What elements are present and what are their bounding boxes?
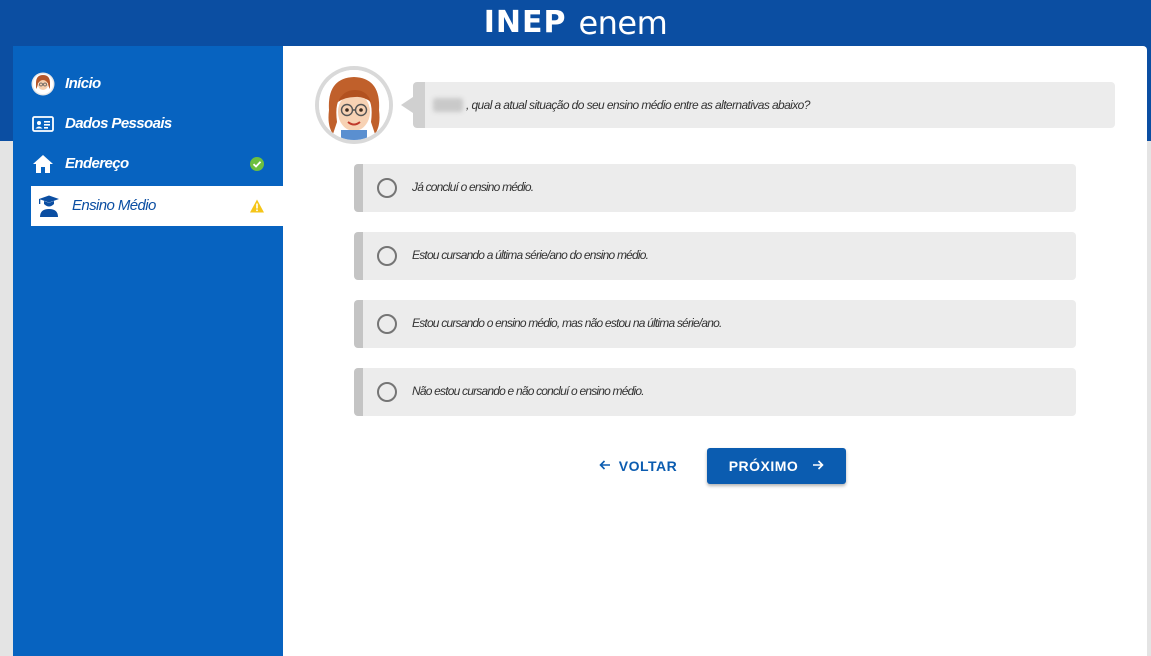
user-avatar-icon (31, 72, 55, 96)
option-4[interactable]: Não estou cursando e não concluí o ensin… (354, 368, 1076, 416)
back-button[interactable]: VOLTAR (593, 450, 683, 482)
arrow-left-icon (599, 458, 611, 474)
option-label: Não estou cursando e não concluí o ensin… (412, 384, 645, 398)
logo-inep: INEP (483, 5, 567, 40)
home-icon (31, 152, 55, 176)
option-1[interactable]: Já concluí o ensino médio. (354, 164, 1076, 212)
option-label: Estou cursando a última série/ano do ens… (412, 248, 649, 262)
sidebar-item-label: Ensino Médio (72, 197, 156, 214)
warning-icon (249, 198, 265, 214)
sidebar: Início Dados Pessoais Endereço Ensino Mé… (13, 46, 283, 656)
radio-button[interactable] (377, 178, 397, 198)
sidebar-item-dados-pessoais[interactable]: Dados Pessoais (13, 104, 283, 144)
option-2[interactable]: Estou cursando a última série/ano do ens… (354, 232, 1076, 280)
speech-bubble-tail (401, 97, 413, 113)
back-button-label: VOLTAR (618, 458, 678, 474)
next-button-label: PRÓXIMO (728, 458, 799, 474)
sidebar-item-label: Início (65, 75, 101, 92)
radio-button[interactable] (377, 246, 397, 266)
sidebar-item-label: Endereço (65, 155, 129, 172)
option-3[interactable]: Estou cursando o ensino médio, mas não e… (354, 300, 1076, 348)
logo: INEP enem (0, 0, 1151, 46)
id-card-icon (31, 112, 55, 136)
check-circle-icon (249, 156, 265, 172)
graduate-icon (37, 194, 61, 218)
arrow-right-icon (812, 458, 824, 474)
assistant-avatar-image (319, 70, 389, 140)
question-text: , qual a atual situação do seu ensino mé… (466, 98, 810, 112)
sidebar-item-inicio[interactable]: Início (13, 64, 283, 104)
assistant-avatar (315, 66, 393, 144)
radio-button[interactable] (377, 314, 397, 334)
option-label: Estou cursando o ensino médio, mas não e… (412, 316, 722, 330)
logo-enem: enem (578, 4, 668, 42)
option-label: Já concluí o ensino médio. (412, 180, 534, 194)
blurred-name (433, 98, 463, 112)
sidebar-item-label: Dados Pessoais (65, 115, 172, 132)
main-content: , qual a atual situação do seu ensino mé… (283, 46, 1147, 656)
radio-button[interactable] (377, 382, 397, 402)
question-bubble: , qual a atual situação do seu ensino mé… (413, 82, 1115, 128)
sidebar-item-ensino-medio[interactable]: Ensino Médio (31, 186, 283, 226)
sidebar-item-endereco[interactable]: Endereço (13, 144, 283, 184)
next-button[interactable]: PRÓXIMO (707, 448, 846, 484)
